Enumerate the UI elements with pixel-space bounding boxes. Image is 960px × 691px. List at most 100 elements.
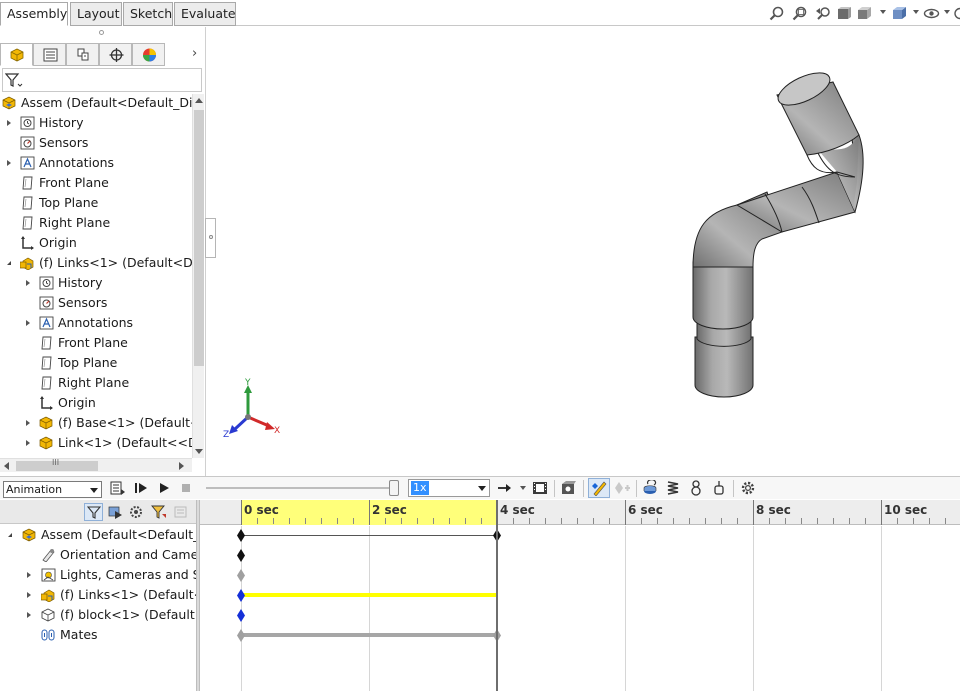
- vertical-scroll-thumb[interactable]: [194, 110, 204, 366]
- property-manager-tab[interactable]: [33, 43, 66, 66]
- collapsed-arrow-icon[interactable]: [26, 440, 30, 446]
- more-tabs-chevron[interactable]: ›: [192, 46, 197, 61]
- feature-tree-item[interactable]: Right Plane: [0, 213, 192, 233]
- feature-tree-vertical-scrollbar[interactable]: [192, 94, 204, 458]
- collapsed-arrow-icon[interactable]: [27, 572, 31, 578]
- save-animation-icon[interactable]: [532, 480, 548, 496]
- current-time-bar[interactable]: [496, 500, 498, 691]
- key-point[interactable]: [237, 529, 245, 542]
- feature-tree-item[interactable]: Annotations: [0, 153, 192, 173]
- key-point[interactable]: [237, 589, 245, 602]
- feature-manager-tab[interactable]: [0, 43, 33, 66]
- filter-animated-button[interactable]: [84, 503, 103, 521]
- timeline-area[interactable]: 0 sec 2 sec 4 sec 6 sec 8 sec 10 sec: [200, 500, 960, 691]
- calculate-icon[interactable]: [110, 480, 126, 496]
- feature-tree-item[interactable]: Right Plane: [0, 373, 192, 393]
- display-style-caret[interactable]: [913, 10, 919, 14]
- playback-slider-track[interactable]: [206, 487, 396, 489]
- collapsed-arrow-icon[interactable]: [7, 160, 11, 166]
- feature-tree-item[interactable]: (f) Links<1> (Default<Def: [0, 253, 192, 273]
- feature-tree-item[interactable]: Sensors: [0, 133, 192, 153]
- section-view-icon[interactable]: [836, 6, 853, 21]
- play-icon[interactable]: [156, 480, 172, 496]
- horizontal-scroll-thumb[interactable]: III: [16, 458, 98, 471]
- feature-tree-item[interactable]: Front Plane: [0, 173, 192, 193]
- scroll-left-arrow-icon[interactable]: [4, 462, 9, 470]
- motion-tree-item[interactable]: (f) Links<1> (Default<I: [0, 585, 198, 605]
- collapsed-arrow-icon[interactable]: [7, 120, 11, 126]
- filter-results-button[interactable]: [149, 503, 168, 521]
- feature-tree-item[interactable]: History: [0, 273, 192, 293]
- key-point[interactable]: [237, 569, 245, 582]
- edit-appearance-icon[interactable]: [953, 6, 960, 21]
- motion-tree-item[interactable]: (f) block<1> (Default<: [0, 605, 198, 625]
- motion-tree-item[interactable]: Orientation and Camer: [0, 545, 198, 565]
- feature-tree-item[interactable]: Origin: [0, 233, 192, 253]
- panel-splitter-grip[interactable]: [99, 30, 104, 35]
- feature-tree-item[interactable]: Front Plane: [0, 333, 192, 353]
- feature-tree-item[interactable]: (f) Base<1> (Default<<: [0, 413, 192, 433]
- collapsed-arrow-icon[interactable]: [26, 420, 30, 426]
- dimxpert-manager-tab[interactable]: [99, 43, 132, 66]
- tab-layout[interactable]: Layout: [70, 2, 122, 26]
- tab-sketch[interactable]: Sketch: [123, 2, 173, 26]
- motion-tree-item[interactable]: Assem (Default<Default_[: [0, 525, 198, 545]
- filter-selected-button[interactable]: [127, 503, 146, 521]
- previous-view-icon[interactable]: [815, 6, 832, 21]
- gravity-icon[interactable]: [711, 480, 727, 496]
- hide-show-items-icon[interactable]: [923, 6, 940, 21]
- feature-tree-item[interactable]: Annotations: [0, 313, 192, 333]
- expanded-arrow-icon[interactable]: [7, 261, 11, 265]
- links-change-bar[interactable]: [241, 593, 497, 597]
- add-key-icon[interactable]: [614, 480, 630, 496]
- feature-tree-item[interactable]: Assem (Default<Default_Disp: [0, 93, 192, 113]
- motor-icon[interactable]: [642, 480, 658, 496]
- feature-tree-item[interactable]: Top Plane: [0, 353, 192, 373]
- scroll-right-arrow-icon[interactable]: [179, 462, 184, 470]
- pipe-assembly-model[interactable]: Y X Z: [207, 27, 960, 476]
- autokey-button[interactable]: [588, 478, 610, 498]
- collapsed-arrow-icon[interactable]: [27, 612, 31, 618]
- playback-mode-caret[interactable]: [520, 486, 526, 490]
- hide-show-caret[interactable]: [944, 10, 950, 14]
- view-orientation-caret[interactable]: [880, 10, 886, 14]
- collapsed-arrow-icon[interactable]: [26, 280, 30, 286]
- tab-evaluate[interactable]: Evaluate: [174, 2, 236, 26]
- feature-tree-item[interactable]: Origin: [0, 393, 192, 413]
- expanded-arrow-icon[interactable]: [8, 533, 12, 537]
- time-ruler[interactable]: 0 sec 2 sec 4 sec 6 sec 8 sec 10 sec: [200, 500, 960, 525]
- motion-tree-item[interactable]: Lights, Cameras and Sc: [0, 565, 198, 585]
- key-point[interactable]: [237, 609, 245, 622]
- zoom-to-area-icon[interactable]: [792, 6, 809, 21]
- playback-slider-thumb[interactable]: [389, 480, 399, 496]
- settings-icon[interactable]: [740, 480, 756, 496]
- collapsed-arrow-icon[interactable]: [26, 320, 30, 326]
- scroll-up-arrow-icon[interactable]: [195, 98, 203, 103]
- feature-tree-item[interactable]: Link<1> (Default<<De: [0, 433, 192, 453]
- study-type-dropdown[interactable]: Animation: [3, 481, 102, 498]
- animation-wizard-icon[interactable]: [561, 480, 577, 496]
- display-manager-tab[interactable]: [132, 43, 165, 66]
- playback-speed-dropdown[interactable]: 1x: [408, 479, 490, 497]
- mates-change-bar[interactable]: [241, 633, 497, 637]
- feature-tree-item[interactable]: Top Plane: [0, 193, 192, 213]
- configuration-manager-tab[interactable]: [66, 43, 99, 66]
- key-point[interactable]: [237, 549, 245, 562]
- scroll-down-arrow-icon[interactable]: [195, 449, 203, 454]
- contact-icon[interactable]: [688, 480, 704, 496]
- panel-collapse-handle[interactable]: [205, 218, 216, 258]
- feature-tree-horizontal-scrollbar[interactable]: III: [0, 458, 192, 472]
- view-orientation-icon[interactable]: [857, 6, 874, 21]
- filter-driving-button[interactable]: [105, 503, 124, 521]
- feature-tree-filter[interactable]: [2, 68, 202, 92]
- tab-assembly[interactable]: Assembly: [0, 2, 68, 26]
- display-style-icon[interactable]: [891, 6, 908, 21]
- feature-tree-item[interactable]: History: [0, 113, 192, 133]
- zoom-to-fit-icon[interactable]: [769, 6, 786, 21]
- collapsed-arrow-icon[interactable]: [27, 592, 31, 598]
- play-from-start-icon[interactable]: [133, 480, 149, 496]
- assembly-duration-bar[interactable]: [241, 534, 497, 536]
- graphics-area[interactable]: Y X Z: [207, 27, 960, 476]
- spring-icon[interactable]: [665, 480, 681, 496]
- playback-mode-icon[interactable]: [496, 480, 512, 496]
